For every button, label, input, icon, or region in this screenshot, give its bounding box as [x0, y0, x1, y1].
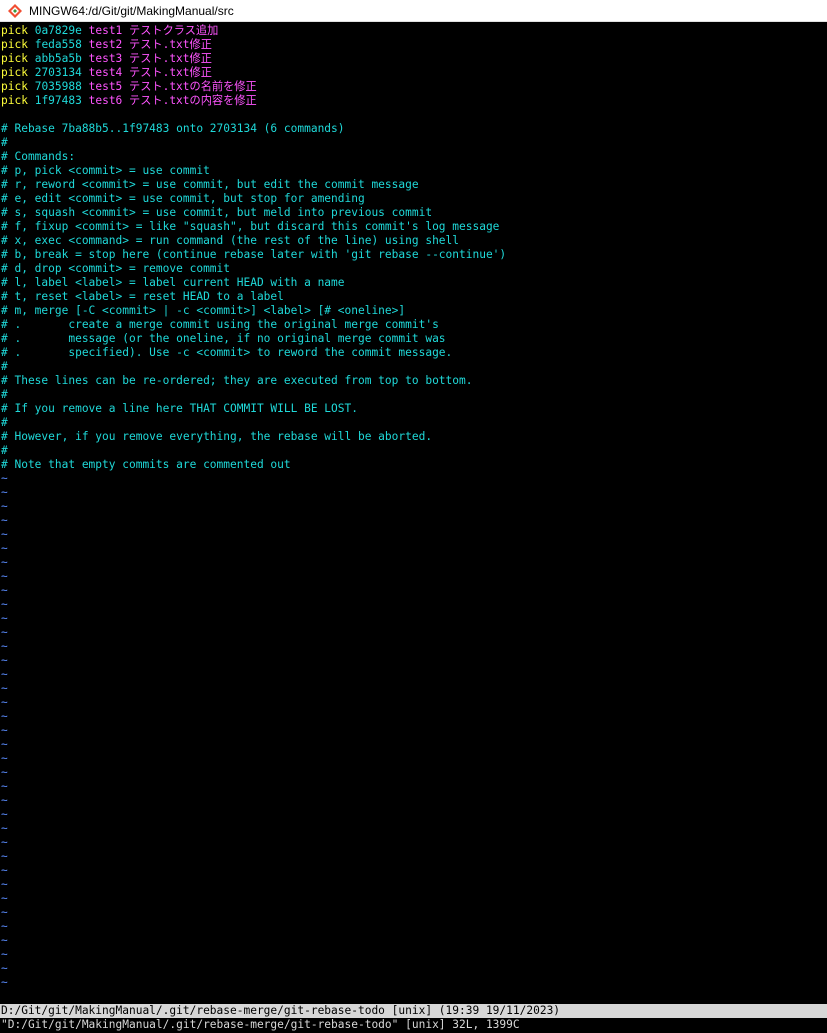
tilde-line: ~ — [1, 808, 8, 821]
comment-line: # — [1, 416, 8, 429]
pick-line[interactable]: pick 1f97483 test6 テスト.txtの内容を修正 — [0, 94, 827, 108]
pick-line[interactable]: pick feda558 test2 テスト.txt修正 — [0, 38, 827, 52]
tilde-line: ~ — [1, 738, 8, 751]
tilde-line: ~ — [1, 514, 8, 527]
commit-hash: 1f97483 — [34, 94, 82, 107]
tilde-line: ~ — [1, 892, 8, 905]
tilde-line: ~ — [1, 934, 8, 947]
tilde-line: ~ — [1, 864, 8, 877]
pick-line[interactable]: pick 0a7829e test1 テストクラス追加 — [0, 24, 827, 38]
comment-line: # However, if you remove everything, the… — [1, 430, 433, 443]
tilde-line: ~ — [1, 668, 8, 681]
comment-line: # These lines can be re-ordered; they ar… — [1, 374, 473, 387]
commit-message: test2 テスト.txt修正 — [88, 38, 212, 51]
tilde-line: ~ — [1, 724, 8, 737]
comment-line: # r, reword <commit> = use commit, but e… — [1, 178, 419, 191]
comment-line: # b, break = stop here (continue rebase … — [1, 248, 507, 261]
comment-line: # x, exec <command> = run command (the r… — [1, 234, 460, 247]
window-title: MINGW64:/d/Git/git/MakingManual/src — [29, 3, 234, 18]
empty-buffer-lines: ~ ~ ~ ~ ~ ~ ~ ~ ~ ~ ~ ~ ~ ~ ~ ~ ~ ~ ~ ~ ~ ~ ~ ~ ~ ~ ~ ~ ~ ~ ~ ~ ~ ~ ~ ~ ~ — [0, 472, 827, 990]
pick-line[interactable]: pick 2703134 test4 テスト.txt修正 — [0, 66, 827, 80]
commit-message: test5 テスト.txtの名前を修正 — [88, 80, 257, 93]
commit-message: test3 テスト.txt修正 — [88, 52, 212, 65]
git-bash-icon — [8, 3, 22, 18]
vim-status-bar: D:/Git/git/MakingManual/.git/rebase-merg… — [0, 1004, 827, 1018]
comment-line: # — [1, 388, 8, 401]
comment-line: # e, edit <commit> = use commit, but sto… — [1, 192, 365, 205]
tilde-line: ~ — [1, 780, 8, 793]
tilde-line: ~ — [1, 556, 8, 569]
tilde-line: ~ — [1, 472, 8, 485]
tilde-line: ~ — [1, 696, 8, 709]
commit-hash: 2703134 — [34, 66, 82, 79]
commit-message: test4 テスト.txt修正 — [88, 66, 212, 79]
pick-command: pick — [1, 80, 28, 93]
pick-command: pick — [1, 94, 28, 107]
comment-line: # Note that empty commits are commented … — [1, 458, 291, 471]
comment-line: # s, squash <commit> = use commit, but m… — [1, 206, 433, 219]
pick-command: pick — [1, 38, 28, 51]
commit-hash: abb5a5b — [34, 52, 82, 65]
tilde-line: ~ — [1, 836, 8, 849]
tilde-line: ~ — [1, 878, 8, 891]
comment-line: # f, fixup <commit> = like "squash", but… — [1, 220, 500, 233]
vim-message-line[interactable]: "D:/Git/git/MakingManual/.git/rebase-mer… — [0, 1018, 827, 1033]
commit-message: test6 テスト.txtの内容を修正 — [88, 94, 257, 107]
pick-list: pick 0a7829e test1 テストクラス追加 pick feda558 … — [0, 24, 827, 108]
tilde-line: ~ — [1, 850, 8, 863]
pick-command: pick — [1, 52, 28, 65]
comment-line: # — [1, 136, 8, 149]
tilde-line: ~ — [1, 682, 8, 695]
pick-line[interactable]: pick 7035988 test5 テスト.txtの名前を修正 — [0, 80, 827, 94]
tilde-line: ~ — [1, 766, 8, 779]
commit-hash: 7035988 — [34, 80, 82, 93]
comment-line: # t, reset <label> = reset HEAD to a lab… — [1, 290, 284, 303]
comment-line: # If you remove a line here THAT COMMIT … — [1, 402, 358, 415]
commit-hash: feda558 — [34, 38, 82, 51]
tilde-line: ~ — [1, 640, 8, 653]
tilde-line: ~ — [1, 598, 8, 611]
tilde-line: ~ — [1, 486, 8, 499]
tilde-line: ~ — [1, 710, 8, 723]
tilde-line: ~ — [1, 584, 8, 597]
tilde-line: ~ — [1, 948, 8, 961]
pick-line[interactable]: pick abb5a5b test3 テスト.txt修正 — [0, 52, 827, 66]
title-bar[interactable]: MINGW64:/d/Git/git/MakingManual/src — [0, 0, 827, 22]
commit-message: test1 テストクラス追加 — [88, 24, 219, 37]
pick-command: pick — [1, 66, 28, 79]
tilde-line: ~ — [1, 500, 8, 513]
tilde-line: ~ — [1, 626, 8, 639]
comment-line: # — [1, 360, 8, 373]
tilde-line: ~ — [1, 920, 8, 933]
tilde-line: ~ — [1, 612, 8, 625]
comment-line: # . specified). Use -c <commit> to rewor… — [1, 346, 453, 359]
tilde-line: ~ — [1, 654, 8, 667]
tilde-line: ~ — [1, 976, 8, 989]
comment-line: # Rebase 7ba88b5..1f97483 onto 2703134 (… — [1, 122, 345, 135]
tilde-line: ~ — [1, 752, 8, 765]
tilde-line: ~ — [1, 542, 8, 555]
tilde-line: ~ — [1, 794, 8, 807]
comment-line: # — [1, 444, 8, 457]
comment-block: # Rebase 7ba88b5..1f97483 onto 2703134 (… — [0, 122, 827, 472]
tilde-line: ~ — [1, 822, 8, 835]
comment-line: # . message (or the oneline, if no origi… — [1, 332, 446, 345]
comment-line: # p, pick <commit> = use commit — [1, 164, 210, 177]
comment-line: # d, drop <commit> = remove commit — [1, 262, 231, 275]
terminal-editor[interactable]: pick 0a7829e test1 テストクラス追加 pick feda558 … — [0, 24, 827, 1002]
pick-command: pick — [1, 24, 28, 37]
tilde-line: ~ — [1, 570, 8, 583]
tilde-line: ~ — [1, 906, 8, 919]
commit-hash: 0a7829e — [34, 24, 82, 37]
comment-line: # l, label <label> = label current HEAD … — [1, 276, 345, 289]
comment-line: # m, merge [-C <commit> | -c <commit>] <… — [1, 304, 406, 317]
tilde-line: ~ — [1, 962, 8, 975]
comment-line: # . create a merge commit using the orig… — [1, 318, 439, 331]
tilde-line: ~ — [1, 528, 8, 541]
comment-line: # Commands: — [1, 150, 76, 163]
